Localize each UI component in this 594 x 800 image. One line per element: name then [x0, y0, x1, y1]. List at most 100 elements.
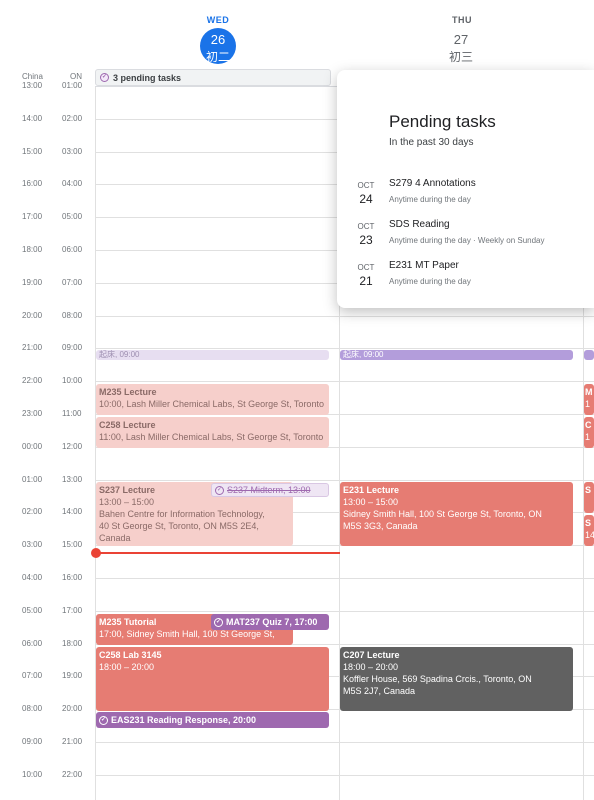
- hour-label-china: 04:00: [22, 573, 43, 582]
- hour-label-china: 17:00: [22, 212, 43, 221]
- hour-gridline: [95, 348, 594, 349]
- event-fri-partial[interactable]: S: [584, 482, 594, 513]
- event-title: C258 Lecture: [99, 420, 156, 430]
- hour-label-on: 21:00: [62, 737, 83, 746]
- task-name: S279 4 Annotations: [389, 178, 476, 189]
- event-fri-partial[interactable]: C 1: [584, 417, 594, 448]
- event-details: 1: [585, 432, 591, 442]
- day-number-today[interactable]: 26 初二: [200, 28, 236, 64]
- event-location-line: Bahen Centre for Information Technology,: [99, 509, 265, 519]
- pending-tasks-popover: Pending tasks In the past 30 days OCT 24…: [337, 70, 594, 308]
- hour-gridline: [95, 480, 594, 481]
- event-wake-up-wed[interactable]: 起床, 09:00: [96, 350, 329, 360]
- task-mat237-quiz[interactable]: ✓ MAT237 Quiz 7, 17:00: [211, 614, 329, 630]
- event-time: 18:00 – 20:00: [99, 662, 155, 672]
- lunar-date: 初二: [205, 50, 230, 64]
- event-c258-lecture[interactable]: C258 Lecture 11:00, Lash Miller Chemical…: [96, 417, 329, 448]
- hour-label-on: 14:00: [62, 507, 83, 516]
- event-time: 13:00 – 15:00: [99, 497, 155, 507]
- event-title: S: [585, 485, 592, 495]
- event-title: C: [585, 420, 592, 430]
- timezone-label-on: ON: [70, 72, 82, 81]
- event-m235-lecture[interactable]: M235 Lecture 10:00, Lash Miller Chemical…: [96, 384, 329, 415]
- hour-label-on: 08:00: [62, 311, 83, 320]
- hour-label-on: 19:00: [62, 671, 83, 680]
- pending-task-item[interactable]: OCT 24 S279 4 Annotations Anytime during…: [337, 178, 594, 218]
- event-fri-partial[interactable]: M 1: [584, 384, 594, 415]
- hour-gridline: [95, 742, 594, 743]
- task-when: Anytime during the day · Weekly on Sunda…: [389, 236, 545, 245]
- hour-label-on: 11:00: [62, 409, 82, 418]
- task-day: 21: [359, 274, 373, 288]
- hour-label-china: 18:00: [22, 245, 43, 254]
- hour-label-on: 04:00: [62, 179, 83, 188]
- hour-label-china: 06:00: [22, 639, 43, 648]
- task-eas231-reading-response[interactable]: ✓ EAS231 Reading Response, 20:00: [96, 712, 329, 728]
- hour-label-china: 16:00: [22, 179, 43, 188]
- hour-label-china: 10:00: [22, 770, 43, 779]
- hour-label-china: 00:00: [22, 442, 43, 451]
- lunar-date: 初三: [448, 50, 473, 64]
- hour-label-on: 15:00: [62, 540, 83, 549]
- hour-label-on: 16:00: [62, 573, 83, 582]
- check-circle-icon: ✓: [215, 485, 224, 495]
- task-when: Anytime during the day: [389, 195, 471, 204]
- event-e231-lecture[interactable]: E231 Lecture 13:00 – 15:00 Sidney Smith …: [340, 482, 573, 546]
- pending-tasks-label: 3 pending tasks: [113, 72, 182, 83]
- event-title: E231 Lecture: [343, 485, 400, 495]
- event-wake-up-thu[interactable]: 起床, 09:00: [340, 350, 573, 360]
- event-c258-lab[interactable]: C258 Lab 3145 18:00 – 20:00: [96, 647, 329, 711]
- event-title: M235 Lecture: [99, 387, 157, 397]
- event-wake-up-fri[interactable]: [584, 350, 594, 360]
- event-details: 10:00, Lash Miller Chemical Labs, St Geo…: [99, 399, 324, 409]
- hour-label-china: 14:00: [22, 114, 43, 123]
- task-name: SDS Reading: [389, 219, 450, 230]
- day-of-week-thu: THU: [452, 15, 472, 25]
- task-month: OCT: [357, 181, 375, 190]
- task-name: E231 MT Paper: [389, 260, 459, 271]
- hour-label-china: 19:00: [22, 278, 43, 287]
- hour-label-china: 13:00: [22, 81, 43, 90]
- hour-label-china: 20:00: [22, 311, 43, 320]
- hour-label-china: 21:00: [22, 343, 43, 352]
- task-when: Anytime during the day: [389, 277, 471, 286]
- check-circle-icon: ✓: [100, 73, 109, 82]
- event-location-line: Koffler House, 569 Spadina Crcis., Toron…: [343, 674, 532, 684]
- timezone-label-china: China: [22, 72, 43, 81]
- hour-label-on: 07:00: [62, 278, 83, 287]
- hour-label-on: 18:00: [62, 639, 83, 648]
- task-day: 23: [359, 233, 373, 247]
- pending-task-item[interactable]: OCT 23 SDS Reading Anytime during the da…: [337, 219, 594, 259]
- hour-label-china: 03:00: [22, 540, 43, 549]
- hour-label-china: 23:00: [22, 409, 43, 418]
- hour-label-china: 22:00: [22, 376, 43, 385]
- hour-gridline: [95, 316, 594, 317]
- hour-gridline: [95, 381, 594, 382]
- event-c207-lecture[interactable]: C207 Lecture 18:00 – 20:00 Koffler House…: [340, 647, 573, 711]
- pending-task-item[interactable]: OCT 21 E231 MT Paper Anytime during the …: [337, 260, 594, 300]
- hour-label-on: 12:00: [62, 442, 83, 451]
- event-location-line: M5S 2J7, Canada: [343, 686, 416, 696]
- pending-tasks-chip[interactable]: ✓ 3 pending tasks: [95, 69, 331, 86]
- event-location-line: Sidney Smith Hall, 100 St George St, Tor…: [343, 509, 542, 519]
- day-of-week-wed: WED: [206, 15, 230, 25]
- hour-label-china: 08:00: [22, 704, 43, 713]
- event-title: S: [585, 518, 592, 528]
- popover-title: Pending tasks: [389, 112, 496, 131]
- hour-label-on: 17:00: [62, 606, 83, 615]
- hour-label-on: 13:00: [62, 475, 83, 484]
- task-label: EAS231 Reading Response, 20:00: [111, 715, 257, 725]
- hour-label-on: 05:00: [62, 212, 83, 221]
- day-number: 26: [210, 32, 226, 47]
- hour-gridline: [95, 775, 594, 776]
- event-title: C258 Lab 3145: [99, 650, 162, 660]
- task-s237-midterm[interactable]: ✓ S237 Midterm, 13:00: [211, 483, 329, 497]
- event-location-line: M5S 3G3, Canada: [343, 521, 418, 531]
- day-number-thu[interactable]: 27 初三: [443, 28, 479, 64]
- hour-label-on: 10:00: [62, 376, 83, 385]
- event-fri-partial[interactable]: S 14: [584, 515, 594, 546]
- hour-gridline: [95, 611, 594, 612]
- current-time-line: [96, 552, 340, 554]
- event-details: 11:00, Lash Miller Chemical Labs, St Geo…: [99, 432, 324, 442]
- hour-label-on: 22:00: [62, 770, 83, 779]
